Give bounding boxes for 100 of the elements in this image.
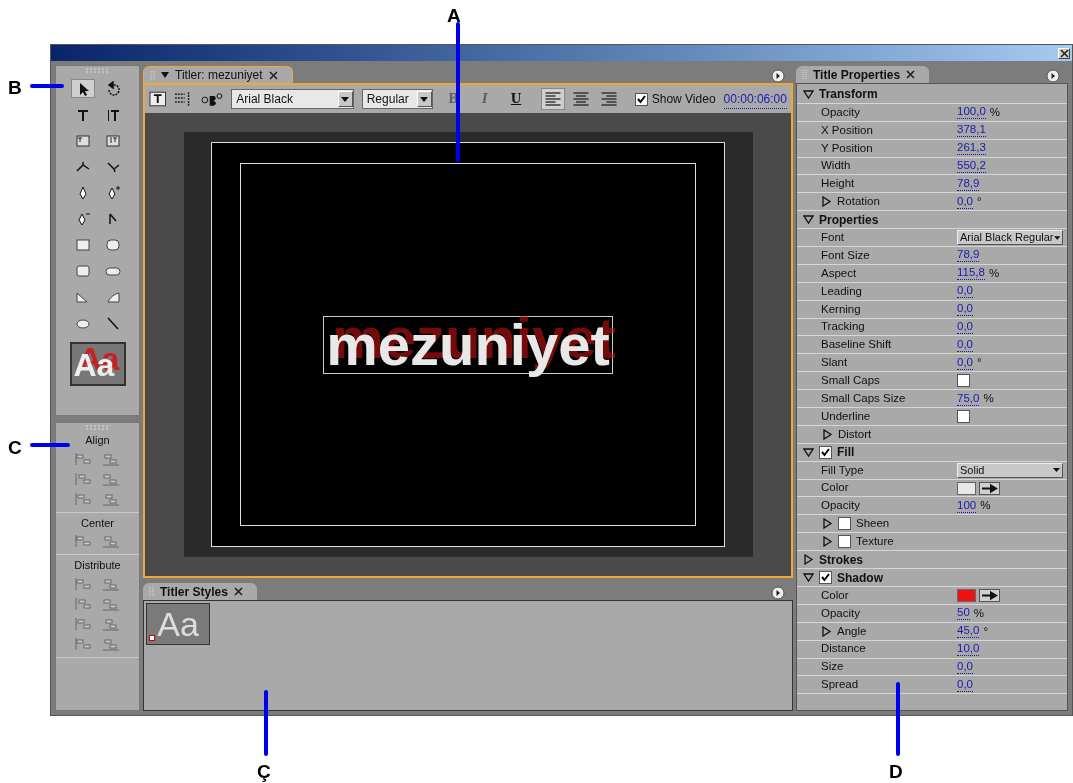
expanded-triangle-icon[interactable] — [803, 572, 814, 583]
panel-tab[interactable]: Title Properties — [796, 66, 930, 83]
value-field[interactable]: 261,3 — [957, 141, 986, 156]
property-label: Small Caps Size — [821, 390, 906, 406]
panel-title: Title Properties — [813, 66, 901, 84]
collapsed-triangle-icon[interactable] — [821, 196, 832, 208]
window-close-button[interactable] — [1058, 47, 1070, 59]
style-dropdown[interactable]: Regular — [361, 89, 433, 109]
checkbox[interactable] — [957, 409, 970, 423]
leader-line — [30, 443, 70, 447]
property-label: Small Caps — [821, 374, 880, 387]
value-field[interactable]: 45,0 — [957, 624, 980, 639]
value-field[interactable]: 100 — [957, 498, 977, 513]
annotation-label: C — [8, 436, 22, 460]
panel-menu-icon[interactable] — [1046, 69, 1060, 83]
unit-label: ° — [977, 355, 982, 371]
value-field[interactable]: 78,9 — [957, 248, 980, 263]
value-field[interactable]: 100,0 — [957, 105, 986, 120]
property-label: Underline — [821, 409, 871, 422]
leader-line — [30, 84, 64, 88]
value-field[interactable]: 50 — [957, 606, 970, 621]
value-field[interactable]: 115,8 — [957, 266, 985, 281]
value-field[interactable]: 550,2 — [957, 159, 986, 173]
collapsed-triangle-icon[interactable] — [822, 428, 833, 440]
unit-label: % — [988, 265, 1000, 281]
font-dropdown[interactable]: Arial Black — [231, 89, 354, 109]
align-lines-icon — [544, 92, 561, 106]
value-field[interactable]: 0,0 — [957, 284, 973, 299]
text-box-icon[interactable] — [149, 91, 167, 107]
checkbox[interactable] — [838, 517, 851, 531]
panel-menu-icon[interactable] — [771, 69, 785, 83]
panel-menu-icon[interactable] — [771, 586, 785, 600]
expanded-triangle-icon[interactable] — [803, 88, 814, 100]
grip-icon[interactable] — [802, 69, 807, 80]
value-field[interactable]: 0,0 — [957, 355, 973, 370]
value-field[interactable]: 10,0 — [957, 642, 980, 657]
checkbox[interactable] — [819, 571, 832, 584]
property-label: Rotation — [837, 194, 880, 210]
text-align-button[interactable] — [540, 88, 565, 110]
value-field[interactable]: 0,0 — [957, 677, 973, 692]
checkbox[interactable] — [957, 374, 970, 388]
panel-tab[interactable]: Titler: mezuniyet — [143, 66, 293, 83]
checkmark-icon — [821, 447, 830, 457]
collapsed-triangle-icon[interactable] — [803, 554, 814, 566]
grip-icon[interactable] — [84, 425, 111, 430]
expanded-triangle-icon[interactable] — [803, 214, 814, 226]
expanded-triangle-icon[interactable] — [803, 446, 814, 458]
leader-line — [264, 690, 268, 756]
close-icon[interactable] — [233, 587, 243, 596]
dropdown-triangle-icon[interactable] — [161, 72, 169, 78]
tab-stops-icon[interactable] — [174, 91, 192, 107]
collapsed-triangle-icon[interactable] — [821, 625, 832, 637]
panel-title: Titler: mezuniyet — [175, 67, 263, 84]
panel-tab[interactable]: Titler Styles — [143, 583, 257, 600]
property-label: Texture — [856, 534, 894, 550]
value-field[interactable]: 78,9 — [957, 176, 980, 191]
section-title: Center — [81, 515, 114, 531]
caret-icon — [341, 96, 350, 102]
property-label: X Position — [821, 122, 873, 138]
color-swatch[interactable] — [957, 481, 976, 495]
unit-label: % — [983, 390, 994, 406]
section-title: Align — [85, 433, 110, 448]
value-field[interactable]: 75,0 — [957, 391, 980, 406]
format-button[interactable]: U — [505, 89, 527, 109]
grip-icon[interactable] — [149, 586, 154, 597]
value-field[interactable]: 0,0 — [957, 320, 973, 334]
show-video-checkbox[interactable] — [634, 92, 648, 106]
checkbox[interactable] — [838, 535, 851, 549]
tool-icon — [74, 262, 91, 279]
dropdown[interactable]: Solid — [957, 462, 1063, 478]
property-label: Font Size — [821, 247, 870, 263]
close-icon[interactable] — [268, 70, 278, 80]
value-field[interactable]: 0,0 — [957, 337, 973, 352]
section-title: Shadow — [837, 569, 883, 587]
unit-label: % — [980, 498, 991, 514]
grip-icon[interactable] — [84, 68, 111, 73]
collapsed-triangle-icon[interactable] — [822, 518, 833, 530]
tool-icon — [104, 132, 121, 149]
section-title: Properties — [819, 211, 879, 229]
style-swatch[interactable]: Aa — [146, 603, 210, 645]
tool-button[interactable] — [70, 79, 95, 98]
section-title: Distribute — [74, 558, 121, 573]
value-field[interactable]: 378,1 — [957, 123, 986, 138]
timecode[interactable]: 00:00:06:00 — [723, 89, 787, 109]
property-label: Aspect — [821, 265, 857, 281]
value-field[interactable]: 0,0 — [957, 302, 973, 317]
collapsed-triangle-icon[interactable] — [822, 536, 833, 548]
font-browser-icon[interactable] — [199, 91, 224, 107]
panel-title: Titler Styles — [160, 583, 228, 601]
checkmark-icon — [821, 573, 830, 582]
color-swatch[interactable] — [957, 588, 976, 602]
grip-icon[interactable] — [150, 69, 155, 81]
property-label: Kerning — [821, 301, 861, 317]
dropdown[interactable]: Arial Black Regular — [957, 230, 1063, 246]
checkbox[interactable] — [819, 445, 832, 459]
annotation-label: D — [889, 760, 903, 783]
value-field[interactable]: 0,0 — [957, 194, 973, 209]
close-icon[interactable] — [906, 70, 916, 79]
property-label: Spread — [821, 677, 859, 693]
value-field[interactable]: 0,0 — [957, 659, 973, 674]
